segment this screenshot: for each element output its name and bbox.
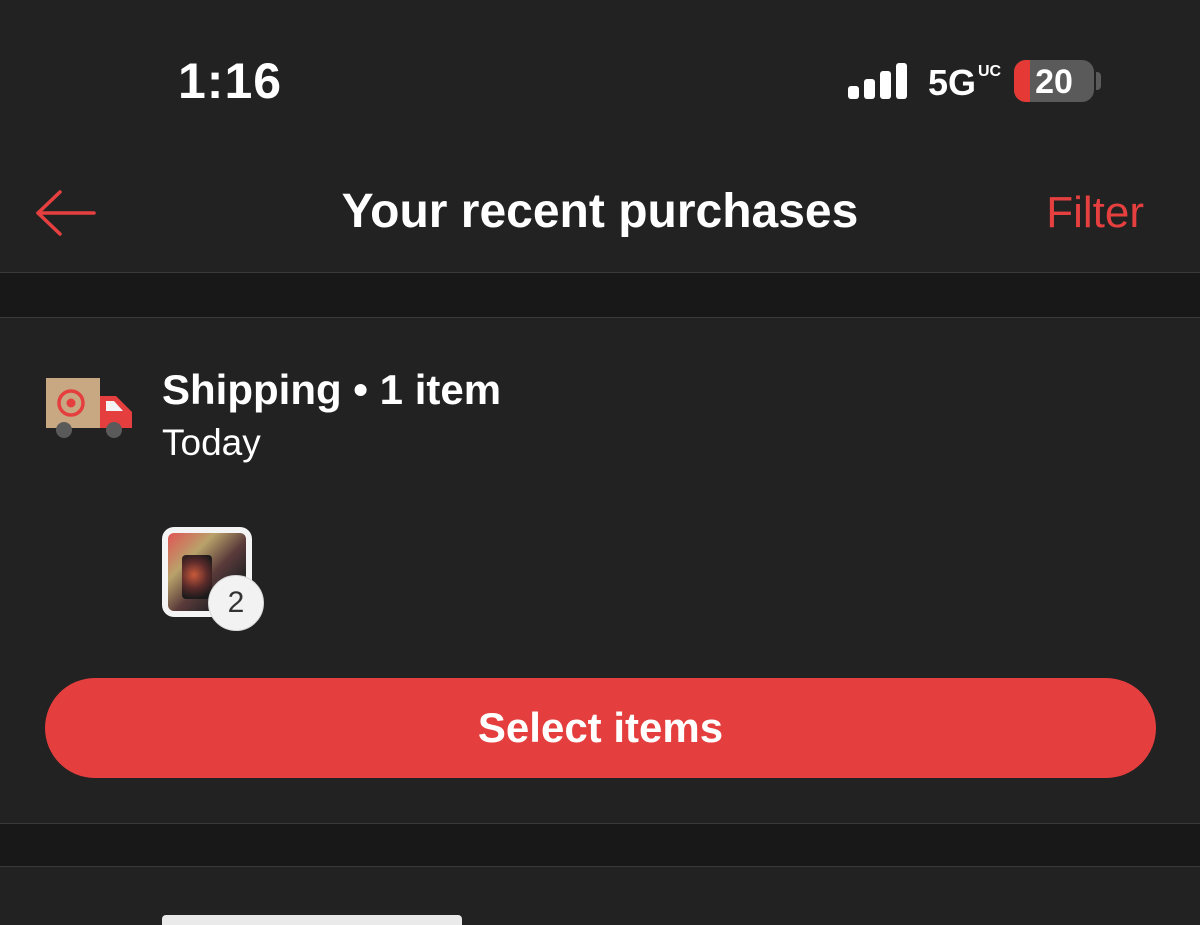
status-time: 1:16 — [178, 53, 283, 109]
filter-button[interactable]: Filter — [1046, 188, 1144, 238]
next-order-card-peek — [162, 905, 482, 925]
product-image-detail — [182, 555, 212, 599]
network-label: 5G — [928, 62, 977, 103]
battery-icon: 20 — [1014, 60, 1094, 102]
select-items-button[interactable]: Select items — [45, 678, 1156, 778]
order-date: Today — [162, 422, 261, 463]
section-gap-2 — [0, 824, 1200, 866]
order-title: Shipping • 1 item — [162, 366, 502, 413]
network-indicator: 5G UC — [928, 62, 1001, 104]
battery-level: 20 — [1035, 63, 1073, 101]
next-order-title-cutoff — [162, 915, 462, 925]
page-title: Your recent purchases — [341, 185, 859, 238]
item-quantity-badge: 2 — [208, 575, 264, 631]
network-suffix: UC — [978, 63, 1002, 80]
screen: 1:16 5G UC 20 Your recent purchases Filt… — [0, 0, 1200, 925]
next-card-top-divider — [0, 866, 1200, 867]
section-gap — [0, 273, 1200, 317]
card-top-divider — [0, 317, 1200, 318]
delivery-truck-icon — [46, 378, 132, 438]
cellular-signal-icon — [848, 63, 907, 99]
battery-nub — [1096, 72, 1101, 90]
